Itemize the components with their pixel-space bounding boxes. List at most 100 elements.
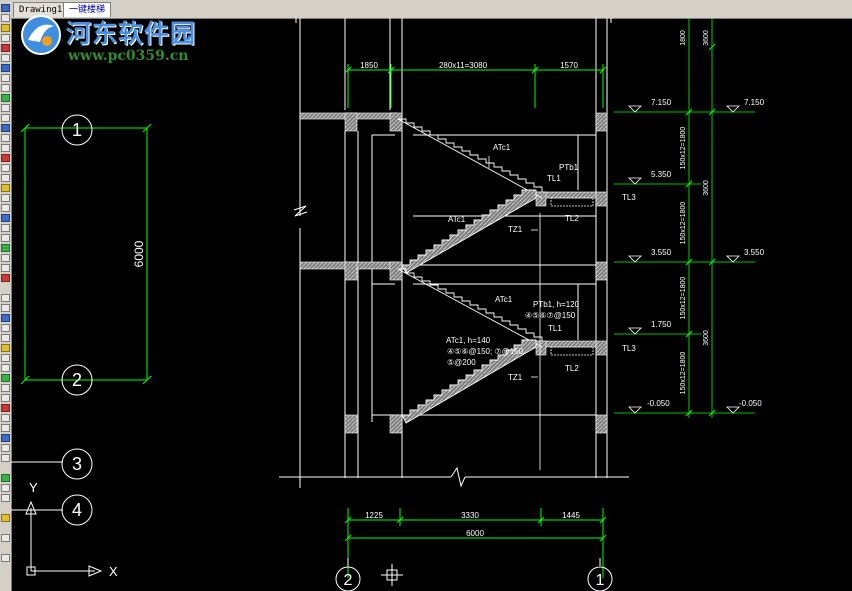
copy-tool-icon[interactable] xyxy=(1,74,10,82)
watermark-url: www.pc0359.cn xyxy=(68,48,189,64)
hatch-tool-icon[interactable] xyxy=(1,184,10,192)
circle-tool-icon[interactable] xyxy=(1,44,10,52)
explode-tool-icon[interactable] xyxy=(1,424,10,432)
zoom-tool-icon[interactable] xyxy=(1,214,10,222)
label-ptb1-lower: PTb1, h=120 xyxy=(533,300,580,309)
label-tz1-lower: TZ1 xyxy=(508,373,523,382)
svg-text:4: 4 xyxy=(72,500,82,520)
label-atc1-lower-flight: ATc1, h=140 xyxy=(446,336,491,345)
offset-tool-icon[interactable] xyxy=(1,114,10,122)
grid-axis-plan: 6000 1 2 3 4 xyxy=(11,114,152,526)
undo-tool-icon[interactable] xyxy=(1,484,10,492)
elevation-left-2: 5.350 xyxy=(651,170,672,179)
properties-tool-icon[interactable] xyxy=(1,514,10,522)
top-dim-2: 280x11=3080 xyxy=(439,61,488,70)
redo-tool-icon[interactable] xyxy=(1,494,10,502)
svg-text:1: 1 xyxy=(72,120,82,140)
chamfer-tool-icon[interactable] xyxy=(1,174,10,182)
column-tool-icon[interactable] xyxy=(1,304,10,312)
svg-text:1: 1 xyxy=(596,572,605,589)
right-outer-dim-top: 3600 xyxy=(703,30,710,46)
bottom-dim-1: 1225 xyxy=(365,511,383,520)
bottom-dim-total: 6000 xyxy=(466,529,484,538)
plan-span-dimension: 6000 xyxy=(132,240,146,267)
erase-tool-icon[interactable] xyxy=(1,154,10,162)
svg-text:2: 2 xyxy=(72,370,82,390)
stair-section xyxy=(279,18,629,488)
join-tool-icon[interactable] xyxy=(1,414,10,422)
label-ptb1-lower-rebar: ④⑤⑥⑦@150 xyxy=(525,311,576,320)
top-dim-3: 1570 xyxy=(560,61,578,70)
right-inner-dim-4: 150x12=1800 xyxy=(680,352,687,395)
table-tool-icon[interactable] xyxy=(1,384,10,392)
rebar-tool-icon[interactable] xyxy=(1,334,10,342)
beam-tool-icon[interactable] xyxy=(1,314,10,322)
move-tool-icon[interactable] xyxy=(1,64,10,72)
help-tool-icon[interactable] xyxy=(1,554,10,562)
print-tool-icon[interactable] xyxy=(1,474,10,482)
polyline-tool-icon[interactable] xyxy=(1,54,10,62)
label-atc1-lower-rebar2: ⑤@200 xyxy=(447,358,476,367)
mirror-tool-icon[interactable] xyxy=(1,104,10,112)
right-elevation-dimensions: 1800 3600 150x12=1800 150x12=1800 150x12… xyxy=(614,18,765,418)
spline-tool-icon[interactable] xyxy=(1,394,10,402)
pan-tool-icon[interactable] xyxy=(1,224,10,232)
label-tz1-upper: TZ1 xyxy=(508,225,523,234)
array-tool-icon[interactable] xyxy=(1,124,10,132)
insert-tool-icon[interactable] xyxy=(1,204,10,212)
axis-tool-icon[interactable] xyxy=(1,344,10,352)
svg-text:2: 2 xyxy=(344,572,353,589)
rotate-tool-icon[interactable] xyxy=(1,84,10,92)
block-tool-icon[interactable] xyxy=(1,194,10,202)
dimension-tool-icon[interactable] xyxy=(1,24,10,32)
trim-tool-icon[interactable] xyxy=(1,134,10,142)
elevation-right-1: 7.150 xyxy=(744,98,765,107)
elevation-left-3: 3.550 xyxy=(651,248,672,257)
options-tool-icon[interactable] xyxy=(1,534,10,542)
svg-text:3: 3 xyxy=(72,454,82,474)
bottom-dim-2: 3330 xyxy=(461,511,479,520)
label-tl3-upper: TL3 xyxy=(622,193,636,202)
label-tl3-lower: TL3 xyxy=(622,344,636,353)
label-tl1-lower: TL1 xyxy=(548,324,562,333)
text-tool-icon[interactable] xyxy=(1,34,10,42)
ucs-x-label: X xyxy=(109,564,118,579)
label-atc1-upper: ATc1 xyxy=(493,143,511,152)
stair-tool-icon[interactable] xyxy=(1,274,10,282)
wall-tool-icon[interactable] xyxy=(1,294,10,302)
label-tool-icon[interactable] xyxy=(1,374,10,382)
measure-tool-icon[interactable] xyxy=(1,234,10,242)
fillet-tool-icon[interactable] xyxy=(1,164,10,172)
grid-tool-icon[interactable] xyxy=(1,244,10,252)
elevation-right-2: 3.550 xyxy=(744,248,765,257)
watermark: 河东软件园 www.pc0359.cn xyxy=(18,12,208,68)
bottom-dim-3: 1445 xyxy=(562,511,580,520)
ortho-tool-icon[interactable] xyxy=(1,264,10,272)
break-tool-icon[interactable] xyxy=(1,404,10,412)
right-outer-dim-2: 3600 xyxy=(703,330,710,346)
elevation-left-5: -0.050 xyxy=(647,399,670,408)
top-dimension-line: 1850 280x11=3080 1570 xyxy=(344,61,607,108)
right-inner-dim-2: 150x12=1800 xyxy=(680,202,687,245)
slab-tool-icon[interactable] xyxy=(1,324,10,332)
label-tl1-upper: TL1 xyxy=(547,174,561,183)
elevation-right-3: -0.050 xyxy=(739,399,762,408)
right-outer-dim-1: 3600 xyxy=(703,180,710,196)
stretch-tool-icon[interactable] xyxy=(1,444,10,452)
match-properties-tool-icon[interactable] xyxy=(1,454,10,462)
layer-tool-icon[interactable] xyxy=(1,94,10,102)
section-tool-icon[interactable] xyxy=(1,364,10,372)
drawing-canvas[interactable]: 6000 1 2 3 4 Y X ATc1 ATc1 PTb1 TL1 TL2 … xyxy=(11,18,852,591)
label-ptb1-upper: PTb1 xyxy=(559,163,579,172)
bottom-dimension-lines: 1225 3330 1445 6000 2 1 xyxy=(335,508,613,591)
ucs-icon: Y X xyxy=(25,480,118,579)
label-atc1-upper-flight: ATc1 xyxy=(448,215,466,224)
elevation-tool-icon[interactable] xyxy=(1,354,10,362)
scale-tool-icon[interactable] xyxy=(1,434,10,442)
extend-tool-icon[interactable] xyxy=(1,144,10,152)
ucs-y-label: Y xyxy=(29,480,38,495)
arc-tool-icon[interactable] xyxy=(1,14,10,22)
line-tool-icon[interactable] xyxy=(1,4,10,12)
top-dim-1: 1850 xyxy=(360,61,378,70)
snap-tool-icon[interactable] xyxy=(1,254,10,262)
